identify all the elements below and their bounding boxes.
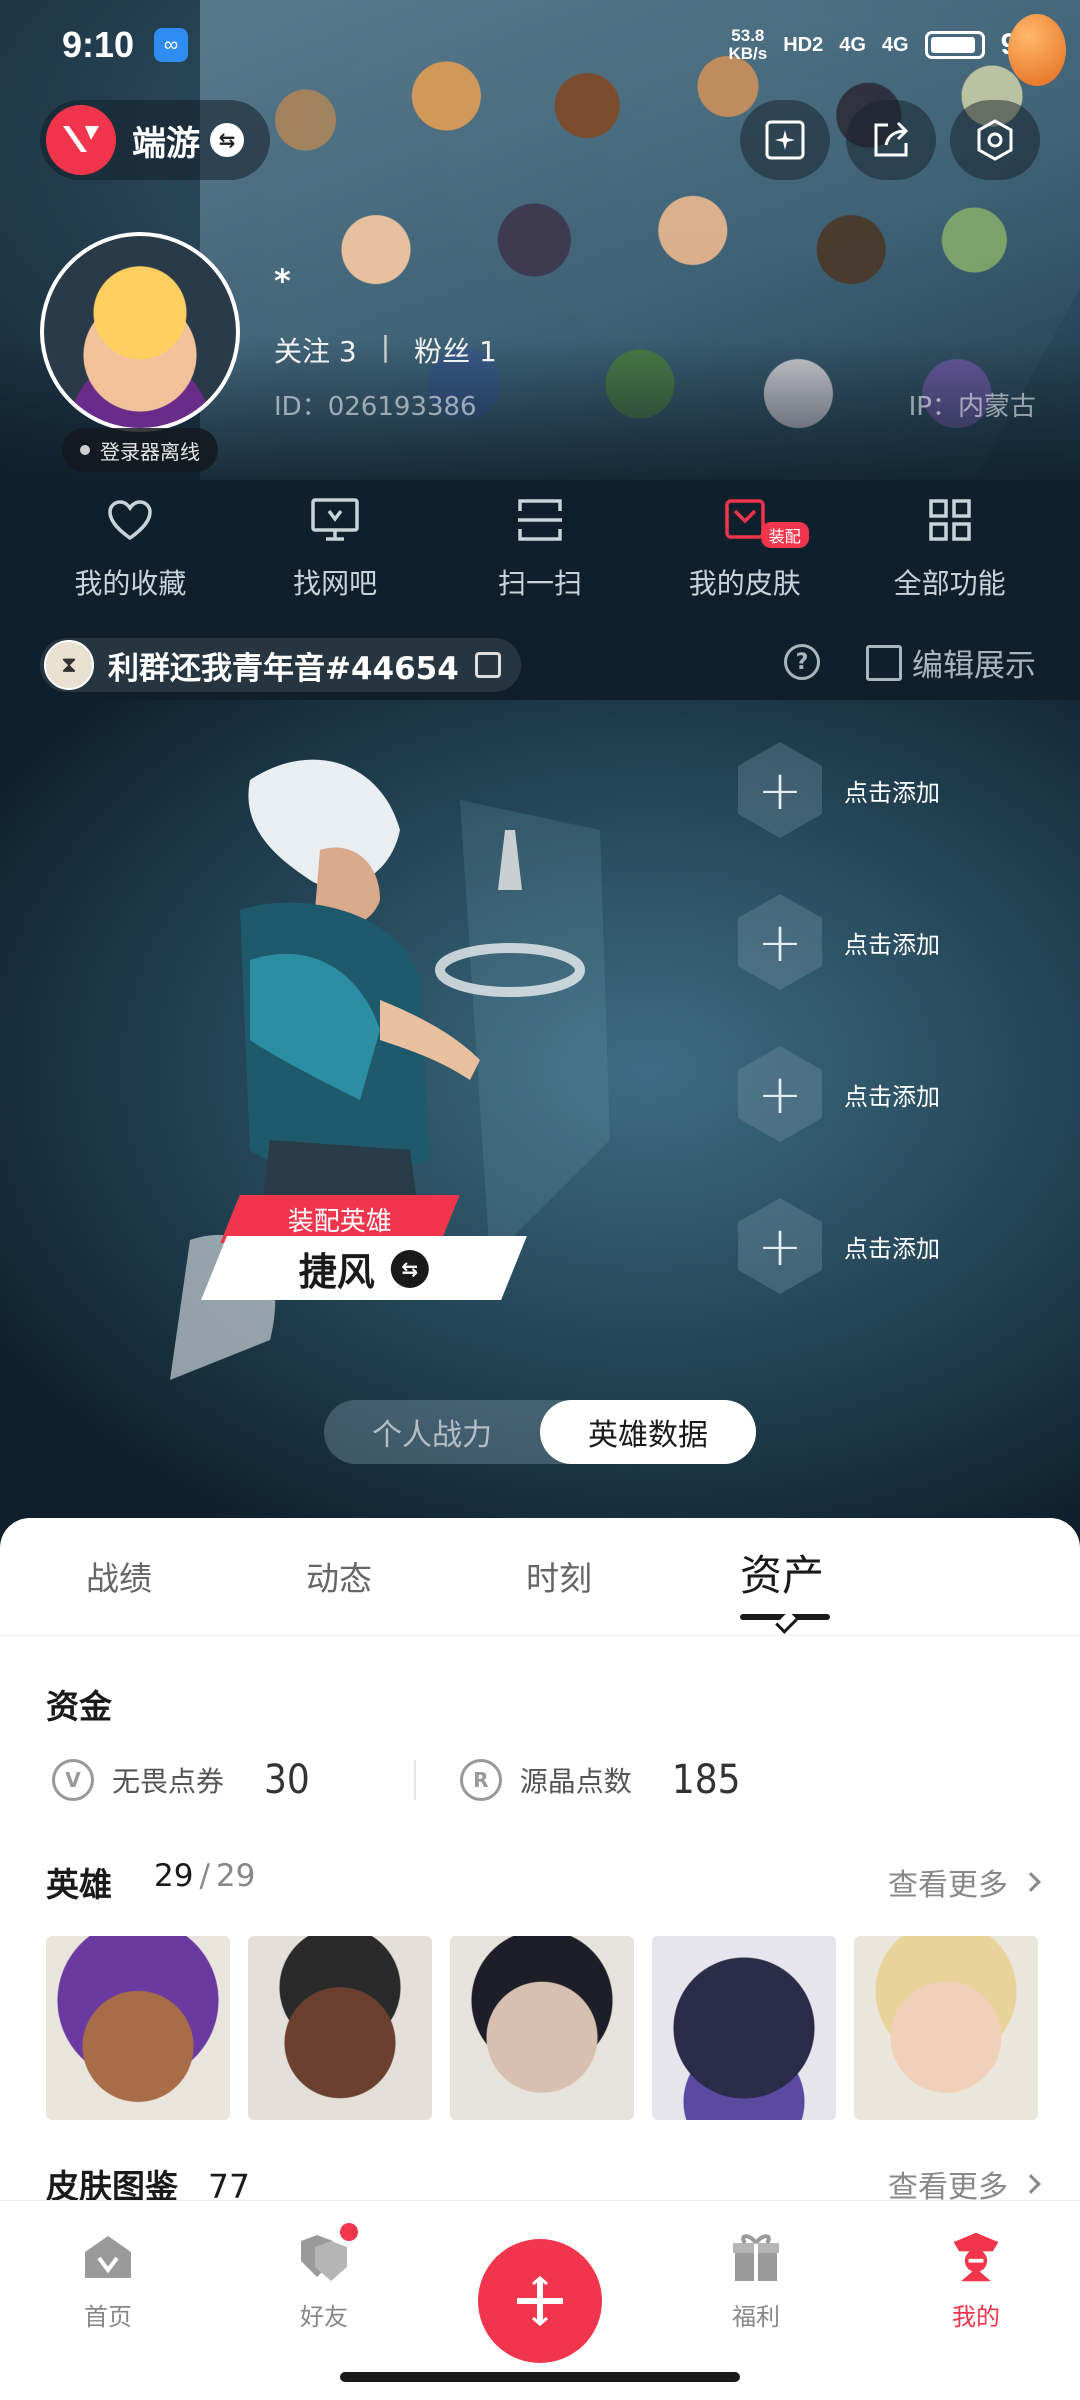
agent-card[interactable] xyxy=(652,1936,836,2120)
grid-icon xyxy=(922,492,978,548)
profile-icon xyxy=(948,2229,1004,2285)
agent-card[interactable] xyxy=(854,1936,1038,2120)
quick-scan[interactable]: 扫一扫 xyxy=(440,492,640,612)
quick-all-features[interactable]: 全部功能 xyxy=(850,492,1050,612)
player-tag: 利群还我青年音#44654 xyxy=(108,650,459,687)
valorant-logo xyxy=(46,105,116,175)
quick-my-skins[interactable]: 装配 我的皮肤 xyxy=(645,492,845,612)
gift-icon xyxy=(728,2229,784,2285)
tab-assets[interactable]: 资产 xyxy=(740,1542,824,1603)
monitor-icon xyxy=(307,492,363,548)
plus-icon: + xyxy=(738,894,822,990)
settings-button[interactable] xyxy=(950,100,1040,180)
equipped-agent-button[interactable]: 捷风 ⇆ xyxy=(201,1236,527,1300)
profile-id: ID：026193386 xyxy=(274,392,477,422)
agent-card[interactable] xyxy=(450,1936,634,2120)
nav-welfare[interactable]: 福利 xyxy=(676,2229,836,2332)
help-icon[interactable]: ? xyxy=(784,644,820,680)
link-icon: ∞ xyxy=(154,28,189,62)
heroes-view-more[interactable]: 查看更多 xyxy=(888,1860,1041,1904)
heroes-title: 英雄 xyxy=(46,1865,112,1904)
login-status-badge: 登录器离线 xyxy=(62,428,218,472)
agent-card[interactable] xyxy=(248,1936,432,2120)
nav-me[interactable]: 我的 xyxy=(896,2229,1056,2332)
funds-title: 资金 xyxy=(46,1687,112,1726)
add-slot-3[interactable]: + 点击添加 xyxy=(738,1044,1038,1144)
rank-icon: ⧗ xyxy=(44,640,94,690)
agent-card-list xyxy=(46,1936,1038,2120)
tab-moments[interactable]: 时刻 xyxy=(526,1552,592,1600)
active-tab-indicator xyxy=(740,1614,830,1620)
add-slot-2[interactable]: + 点击添加 xyxy=(738,892,1038,992)
showcase-segment: 个人战力 英雄数据 xyxy=(324,1400,756,1464)
tab-activity[interactable]: 动态 xyxy=(306,1552,372,1600)
vp-value: 30 xyxy=(264,1757,310,1803)
chevron-right-icon xyxy=(1021,2174,1041,2194)
add-slot-1[interactable]: + 点击添加 xyxy=(738,740,1038,840)
game-name: 端游 xyxy=(132,123,200,164)
fans-count[interactable]: 粉丝 1 xyxy=(414,330,497,370)
status-time: 9:10 xyxy=(62,24,135,65)
radianite-icon: R xyxy=(459,1759,502,1801)
add-slot-4[interactable]: + 点击添加 xyxy=(738,1196,1038,1296)
bottom-nav: 首页 好友 福利 我的 xyxy=(0,2200,1080,2400)
quick-actions: 我的收藏 找网吧 扫一扫 装配 我的皮肤 全部功能 xyxy=(0,492,1080,612)
segment-personal-power[interactable]: 个人战力 xyxy=(324,1400,540,1464)
share-button[interactable] xyxy=(846,100,936,180)
plus-icon: + xyxy=(738,1046,822,1142)
friends-icon xyxy=(296,2223,358,2285)
follow-stats: 关注 3 | 粉丝 1 xyxy=(274,330,497,370)
agent-showcase: + 点击添加 + 点击添加 + 点击添加 + 点击添加 xyxy=(0,700,1080,1520)
battery-icon xyxy=(924,31,985,59)
home-icon xyxy=(80,2229,136,2285)
equip-badge: 装配 xyxy=(760,522,809,548)
avatar[interactable] xyxy=(40,232,240,432)
heart-icon xyxy=(102,492,158,548)
create-post-button[interactable] xyxy=(478,2239,602,2363)
signal-4g: 4G xyxy=(839,33,866,56)
signal-4g-2: 4G xyxy=(881,33,909,56)
home-indicator xyxy=(340,2372,740,2382)
edit-icon xyxy=(866,644,902,681)
game-switch-button[interactable]: 端游 ⇆ xyxy=(40,100,270,180)
player-tag-chip[interactable]: ⧗ 利群还我青年音#44654 xyxy=(40,638,521,692)
balloon-icon xyxy=(1008,14,1066,86)
profile-name: * xyxy=(274,262,291,300)
quick-find-cafe[interactable]: 找网吧 xyxy=(235,492,435,612)
tab-record[interactable]: 战绩 xyxy=(86,1552,152,1600)
nav-home[interactable]: 首页 xyxy=(28,2229,188,2332)
scan-icon xyxy=(512,492,568,548)
valorant-points-icon: V xyxy=(52,1759,94,1801)
funds-row: V 无畏点券 30 R 源晶点数 185 xyxy=(52,1750,1042,1810)
plus-icon: + xyxy=(738,742,822,838)
swap-icon: ⇆ xyxy=(210,123,244,157)
nav-friends[interactable]: 好友 xyxy=(244,2223,404,2332)
profile-tabs: 战绩 动态 时刻 资产 xyxy=(0,1518,1080,1636)
status-dot-icon xyxy=(80,445,90,455)
chevron-right-icon xyxy=(1021,1872,1041,1892)
notification-dot xyxy=(340,2223,358,2241)
edit-showcase-button[interactable]: 编辑展示 xyxy=(866,640,1036,685)
agent-card[interactable] xyxy=(46,1936,230,2120)
profile-ip: IP：内蒙古 xyxy=(908,392,1036,422)
agent-jett-artwork xyxy=(170,759,610,1380)
net-speed: 53.8 KB/s xyxy=(728,26,768,63)
status-bar: 9:10 ∞ 53.8 KB/s HD2 4G 4G 96% xyxy=(0,0,1080,90)
plus-icon: + xyxy=(738,1198,822,1294)
hd-indicator: HD2 xyxy=(783,33,824,56)
rp-value: 185 xyxy=(671,1757,741,1803)
segment-agent-data[interactable]: 英雄数据 xyxy=(540,1400,756,1464)
quick-favorites[interactable]: 我的收藏 xyxy=(30,492,230,612)
sparkle-edit-button[interactable] xyxy=(740,100,830,180)
swap-icon: ⇆ xyxy=(391,1249,429,1287)
agent-name: 捷风 xyxy=(298,1249,375,1294)
copy-icon[interactable] xyxy=(474,652,501,678)
follow-count[interactable]: 关注 3 xyxy=(274,330,357,370)
heroes-count: 29/29 xyxy=(154,1858,256,1894)
